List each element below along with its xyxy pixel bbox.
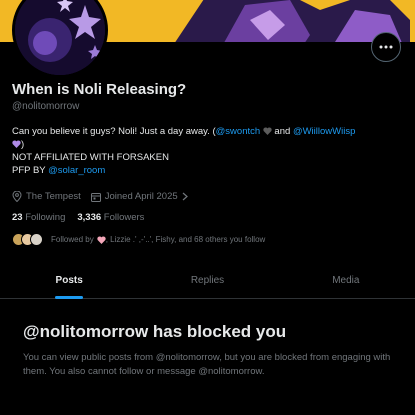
purple-heart-icon — [12, 140, 21, 148]
mention-link-wiillowwiisp[interactable]: @WiillowWiisp — [293, 126, 355, 137]
profile-stats: 23 Following 3,336 Followers — [12, 212, 144, 223]
joined-text: Joined April 2025 — [104, 191, 178, 202]
followers-label: Followers — [103, 212, 145, 223]
mini-avatar — [30, 233, 43, 246]
profile-avatar[interactable] — [12, 0, 108, 78]
profile-meta: The Tempest Joined April 2025 — [12, 191, 188, 202]
bio-text: and — [271, 126, 293, 137]
bio-line-1-cont: ) — [12, 138, 407, 151]
more-options-button[interactable] — [371, 32, 401, 62]
followed-by-avatars — [12, 233, 43, 246]
profile-display-name: When is Noli Releasing? — [12, 81, 187, 98]
followed-by-row[interactable]: Followed by , Lizzie .' ,-'..', Fishy, a… — [12, 233, 265, 246]
location-item: The Tempest — [12, 191, 81, 202]
blocked-description: You can view public posts from @nolitomo… — [23, 352, 391, 377]
followers-link[interactable]: 3,336 Followers — [77, 212, 144, 223]
bio-text: PFP BY — [12, 165, 49, 176]
active-tab-indicator — [55, 296, 84, 299]
location-icon — [12, 191, 22, 202]
profile-bio: Can you believe it guys? Noli! Just a da… — [12, 125, 407, 177]
heart-icon — [97, 235, 106, 244]
tab-replies[interactable]: Replies — [138, 263, 276, 298]
profile-tabs: Posts Replies Media — [0, 263, 415, 299]
following-count: 23 — [12, 212, 23, 223]
profile-handle: @nolitomorrow — [12, 101, 80, 112]
location-text: The Tempest — [26, 191, 81, 202]
bio-line-1: Can you believe it guys? Noli! Just a da… — [12, 125, 407, 138]
tab-label: Media — [332, 275, 360, 286]
blocked-title: @nolitomorrow has blocked you — [23, 322, 287, 341]
joined-item[interactable]: Joined April 2025 — [90, 191, 188, 202]
tab-media[interactable]: Media — [277, 263, 415, 298]
avatar-image — [15, 0, 105, 75]
black-heart-icon — [263, 127, 272, 135]
banner-artwork — [175, 0, 410, 42]
mention-link-swontch[interactable]: @swontch — [216, 126, 261, 137]
tab-label: Posts — [55, 275, 83, 286]
following-link[interactable]: 23 Following — [12, 212, 65, 223]
calendar-icon — [90, 192, 101, 202]
more-icon — [379, 45, 393, 49]
following-label: Following — [25, 212, 66, 223]
bio-line-2: NOT AFFILIATED WITH FORSAKEN — [12, 152, 169, 163]
followed-by-rest: , Lizzie .' ,-'..', Fishy, and 68 others… — [105, 235, 266, 244]
chevron-right-icon — [182, 192, 188, 201]
mention-link-solar-room[interactable]: @solar_room — [48, 165, 105, 176]
bio-text: ) — [21, 139, 25, 150]
tab-posts[interactable]: Posts — [0, 263, 138, 299]
followers-count: 3,336 — [77, 212, 102, 223]
bio-text: Can you believe it guys? Noli! Just a da… — [12, 126, 216, 137]
bio-line-3: PFP BY @solar_room — [12, 164, 407, 177]
tab-label: Replies — [190, 275, 225, 286]
followed-by-prefix: Followed by — [51, 235, 94, 244]
